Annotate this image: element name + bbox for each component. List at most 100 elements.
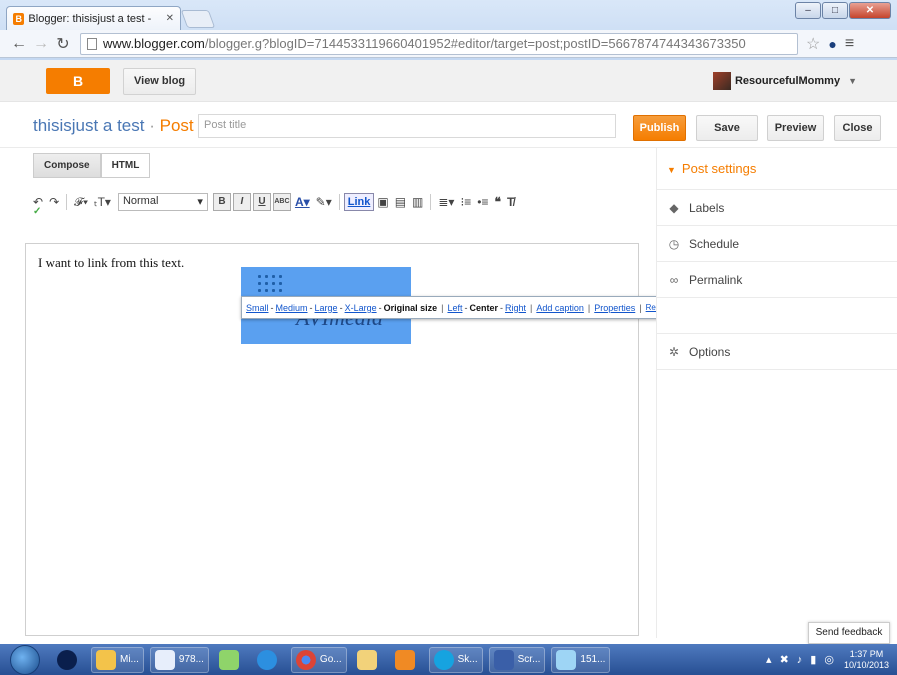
post-title-input[interactable]: Post title xyxy=(198,114,616,138)
link-button[interactable]: Link xyxy=(343,193,375,211)
maximize-button[interactable]: □ xyxy=(822,2,848,19)
preview-button[interactable]: Preview xyxy=(767,115,824,141)
separator: | xyxy=(441,302,444,313)
network-warning-icon[interactable]: ✖ xyxy=(780,653,789,666)
taskbar-item-folder-notes[interactable] xyxy=(215,647,247,673)
username: ResourcefulMommy xyxy=(734,75,841,87)
browser-tab[interactable]: B Blogger: thisisjust a test - ✕ xyxy=(6,6,181,30)
minimize-button[interactable]: – xyxy=(795,2,821,19)
properties-link[interactable]: Properties xyxy=(594,303,635,313)
spellcheck-icon[interactable]: ✓ xyxy=(33,206,41,217)
taskbar-item-chrome[interactable]: Go... xyxy=(290,646,347,673)
update-icon[interactable]: ◎ xyxy=(824,653,834,666)
publish-button[interactable]: Publish xyxy=(633,115,686,141)
avatar xyxy=(712,72,731,90)
numbered-list-icon[interactable]: ⁝≡ xyxy=(457,195,474,209)
body-text[interactable]: I want to link from this text. xyxy=(38,255,184,271)
user-menu[interactable]: ResourcefulMommy ▼ xyxy=(712,72,857,90)
taskbar-item-label: Scr... xyxy=(517,654,541,665)
align-center-label: Center xyxy=(469,302,498,313)
volume-icon[interactable]: ♪ xyxy=(797,654,803,666)
skype-icon xyxy=(433,649,454,670)
taskbar-item-skype[interactable]: Sk... xyxy=(428,646,483,673)
taskbar-item-ie[interactable] xyxy=(253,647,285,673)
clock-date: 10/10/2013 xyxy=(843,659,889,670)
window-close-button[interactable]: ✕ xyxy=(849,2,891,19)
size-medium-link[interactable]: Medium xyxy=(276,303,308,313)
strikethrough-icon[interactable]: ABC xyxy=(272,193,291,211)
bookmark-star-icon[interactable]: ☆ xyxy=(806,34,820,54)
forward-icon[interactable]: → xyxy=(30,35,52,53)
taskbar-item-paint[interactable]: 151... xyxy=(551,646,611,673)
close-button[interactable]: Close xyxy=(834,115,881,141)
tab-close-icon[interactable]: ✕ xyxy=(166,13,174,24)
taskbar-item-label: 978... xyxy=(178,654,204,665)
link-icon: ∞ xyxy=(669,272,679,287)
redo-icon[interactable]: ↷ xyxy=(46,195,62,209)
bulleted-list-icon[interactable]: •≡ xyxy=(474,195,491,209)
dash: - xyxy=(270,302,274,313)
mail-icon xyxy=(96,649,116,670)
hp-icon[interactable] xyxy=(53,647,85,673)
taskbar-item-mail[interactable]: Mi... xyxy=(91,646,144,673)
video-icon[interactable]: ▤ xyxy=(392,195,409,209)
taskbar-item-label: Go... xyxy=(319,654,342,665)
taskbar-item-word[interactable]: 978... xyxy=(149,646,209,673)
view-blog-button[interactable]: View blog xyxy=(123,68,197,95)
sidebar-item-hidden[interactable] xyxy=(657,298,897,334)
image-icon[interactable]: ▣ xyxy=(374,195,391,209)
new-tab-button[interactable] xyxy=(180,10,216,28)
text-color-icon[interactable]: A▾ xyxy=(292,195,313,209)
sidebar-item-permalink[interactable]: ∞ Permalink xyxy=(657,262,897,298)
align-icon[interactable]: ≣▾ xyxy=(435,195,457,209)
font-size-icon[interactable]: ₜT▾ xyxy=(91,195,114,209)
back-icon[interactable]: ← xyxy=(8,35,30,53)
highlight-icon[interactable]: ✎▾ xyxy=(313,195,335,209)
signal-icon[interactable]: ▮ xyxy=(810,653,816,666)
save-button[interactable]: Save xyxy=(696,115,758,141)
editor-body[interactable]: I want to link from this text. AVImedia … xyxy=(25,243,733,636)
send-feedback-button[interactable]: Send feedback xyxy=(808,622,890,644)
size-large-link[interactable]: Large xyxy=(315,303,338,313)
sidebar-item-labels[interactable]: ◆ Labels xyxy=(657,190,897,226)
taskbar-item-label: 151... xyxy=(580,654,606,665)
underline-icon[interactable]: U xyxy=(252,193,271,211)
browser-toolbar: ← → ↻ www.blogger.com/blogger.g?blogID=7… xyxy=(0,30,897,58)
blogger-logo[interactable]: B xyxy=(46,68,110,94)
editor-panel: Compose HTML ↶ ↷ 𝓕▾ ₜT▾ Normal ▾ B I U AB… xyxy=(0,148,733,638)
chevron-down-icon: ▼ xyxy=(848,76,857,86)
align-right-link[interactable]: Right xyxy=(505,303,526,313)
sidebar-item-options[interactable]: ✲ Options xyxy=(657,334,897,370)
tab-html[interactable]: HTML xyxy=(100,153,151,178)
taskbar-item-explorer[interactable] xyxy=(353,647,385,673)
taskbar: Mi... 978... Go... Sk... Scr... 151... ▴… xyxy=(0,644,897,675)
media-player-icon xyxy=(394,649,415,670)
extension-icon[interactable]: ● xyxy=(828,36,836,52)
align-left-link[interactable]: Left xyxy=(447,303,462,313)
size-xlarge-link[interactable]: X-Large xyxy=(345,303,377,313)
italic-icon[interactable]: I xyxy=(232,193,251,211)
mode-tabs: Compose HTML xyxy=(33,153,151,178)
window-controls: – □ ✕ xyxy=(795,2,891,19)
quote-icon[interactable]: ❝ xyxy=(491,195,503,209)
clock[interactable]: 1:37 PM 10/10/2013 xyxy=(844,649,889,671)
bold-icon[interactable]: B xyxy=(212,193,231,211)
size-small-link[interactable]: Small xyxy=(246,303,269,313)
screen-icon xyxy=(493,649,514,670)
sidebar-item-schedule[interactable]: ◷ Schedule xyxy=(657,226,897,262)
address-bar[interactable]: www.blogger.com/blogger.g?blogID=7144533… xyxy=(80,32,798,55)
font-family-icon[interactable]: 𝓕▾ xyxy=(71,195,91,210)
clear-formatting-icon[interactable]: T̸ xyxy=(504,195,517,209)
tray-expand-icon[interactable]: ▴ xyxy=(766,653,772,666)
post-settings-header[interactable]: ▼ Post settings xyxy=(657,148,897,190)
add-caption-link[interactable]: Add caption xyxy=(536,303,584,313)
taskbar-item-screen[interactable]: Scr... xyxy=(488,646,546,673)
format-select[interactable]: Normal ▾ xyxy=(117,193,208,211)
start-button[interactable] xyxy=(10,644,40,675)
blog-name[interactable]: thisisjust a test xyxy=(33,116,145,135)
menu-icon[interactable]: ≡ xyxy=(845,35,854,53)
tab-compose[interactable]: Compose xyxy=(33,153,101,178)
taskbar-item-media[interactable] xyxy=(391,647,423,673)
jump-break-icon[interactable]: ▥ xyxy=(409,195,426,209)
reload-icon[interactable]: ↻ xyxy=(52,34,74,54)
